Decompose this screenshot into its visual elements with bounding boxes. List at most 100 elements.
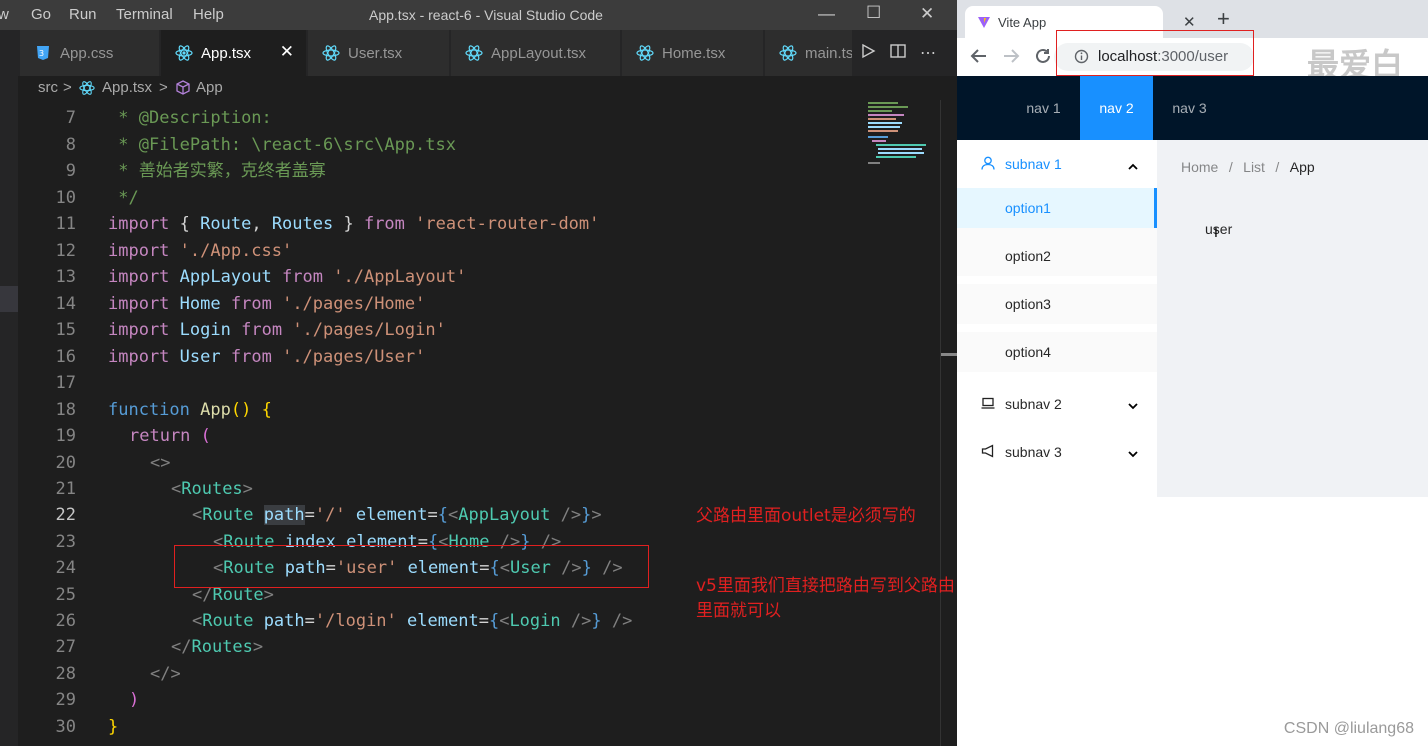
chevron-down-icon — [1127, 398, 1139, 414]
menu-item[interactable]: w — [0, 6, 9, 23]
app-layout: nav 1 nav 2 nav 3 subnav 1 option1 optio… — [957, 76, 1428, 746]
minimap[interactable] — [866, 100, 938, 170]
tab-label: main.ts — [805, 44, 854, 62]
tab-home-tsx[interactable]: Home.tsx — [622, 30, 764, 76]
page-content-text: user — [1205, 221, 1233, 237]
vite-icon — [977, 15, 991, 32]
tab-applayout-tsx[interactable]: AppLayout.tsx — [451, 30, 621, 76]
laptop-icon — [981, 396, 995, 413]
react-icon — [465, 44, 483, 62]
cube-icon — [175, 80, 191, 100]
breadcrumb-list[interactable]: List — [1243, 159, 1265, 175]
code-line: 13 import AppLayout from './AppLayout' — [55, 267, 467, 287]
menu-run[interactable]: Run — [69, 6, 97, 23]
breadcrumb: src > App.tsx > App — [0, 76, 957, 100]
close-icon[interactable]: ✕ — [280, 42, 294, 62]
tab-main-ts[interactable]: main.ts — [765, 30, 855, 76]
menu-option-1[interactable]: option1 — [957, 188, 1157, 228]
code-line: 15 import Login from './pages/Login' — [55, 320, 446, 340]
maximize-icon[interactable]: ☐ — [866, 3, 881, 23]
breadcrumb-sep: > — [63, 79, 72, 96]
url-highlight-box — [1056, 30, 1254, 76]
react-icon — [636, 44, 654, 62]
notification-icon — [981, 443, 995, 461]
breadcrumb: Home / List / App — [1181, 159, 1315, 177]
title-bar: w Go Run Terminal Help App.tsx - react-6… — [0, 0, 957, 30]
react-icon — [779, 44, 797, 62]
chevron-down-icon — [1127, 446, 1139, 462]
code-line: 10 */ — [55, 188, 139, 208]
annotation-v5: v5里面我们直接把路由写到父路由里面就可以 — [696, 576, 955, 621]
vscode-window: w Go Run Terminal Help App.tsx - react-6… — [0, 0, 957, 746]
code-line: 19 return ( — [55, 426, 211, 446]
breadcrumb-app: App — [1289, 159, 1315, 175]
breadcrumb-symbol[interactable]: App — [196, 79, 223, 96]
editor-scrollbar[interactable] — [940, 100, 957, 746]
window-title: App.tsx - react-6 - Visual Studio Code — [369, 7, 603, 23]
forward-icon[interactable] — [1001, 46, 1021, 71]
close-icon[interactable]: ✕ — [920, 4, 934, 24]
code-line: 14 import Home from './pages/Home' — [55, 294, 426, 314]
tab-app-tsx[interactable]: App.tsx ✕ — [161, 30, 307, 76]
code-line: 30} — [55, 717, 119, 737]
menu-help[interactable]: Help — [193, 6, 224, 23]
scroll-thumb[interactable] — [941, 353, 957, 356]
split-editor-icon[interactable] — [890, 43, 906, 64]
run-icon[interactable] — [860, 43, 876, 64]
tab-label: App.css — [60, 44, 114, 62]
tab-user-tsx[interactable]: User.tsx — [308, 30, 450, 76]
menu-option-3[interactable]: option3 — [957, 284, 1157, 324]
submenu-label: subnav 1 — [1005, 156, 1062, 172]
highlight-box — [174, 545, 649, 588]
user-icon — [981, 156, 995, 173]
code-line: 29) — [55, 690, 140, 710]
editor-tabs: 3 App.css App.tsx ✕ User.tsx AppLayout.tsx… — [0, 30, 957, 76]
submenu-3[interactable]: subnav 3 — [957, 428, 1157, 476]
menu-terminal[interactable]: Terminal — [116, 6, 173, 23]
chevron-up-icon — [1127, 158, 1139, 174]
menu-go[interactable]: Go — [31, 6, 51, 23]
code-line: 28 </> — [55, 664, 181, 684]
minimize-icon[interactable]: — — [818, 4, 835, 24]
menu-option-2[interactable]: option2 — [957, 236, 1157, 276]
code-line: 12 import './App.css' — [55, 241, 293, 261]
submenu-2[interactable]: subnav 2 — [957, 380, 1157, 428]
code-line: 7 * @Description: — [65, 108, 272, 128]
tab-app-css[interactable]: 3 App.css — [20, 30, 160, 76]
breadcrumb-src[interactable]: src — [38, 79, 58, 96]
submenu-1[interactable]: subnav 1 — [957, 140, 1157, 188]
svg-text:3: 3 — [39, 49, 44, 58]
close-icon[interactable]: ✕ — [1183, 13, 1196, 31]
code-line: 17 — [55, 373, 76, 393]
css-icon: 3 — [34, 44, 52, 62]
code-line: 20 <> — [55, 453, 171, 473]
code-line: 16 import User from './pages/User' — [55, 347, 426, 367]
submenu-label: subnav 2 — [1005, 396, 1062, 412]
nav-item-2[interactable]: nav 2 — [1080, 76, 1153, 140]
annotation-outlet: 父路由里面outlet是必须写的 — [696, 506, 916, 526]
react-icon — [175, 44, 193, 62]
back-icon[interactable] — [969, 46, 989, 71]
breadcrumb-home[interactable]: Home — [1181, 159, 1218, 175]
text-cursor-icon: I — [1214, 224, 1218, 240]
nav-item-3[interactable]: nav 3 — [1153, 76, 1226, 140]
top-nav: nav 1 nav 2 nav 3 — [957, 76, 1428, 140]
tab-label: AppLayout.tsx — [491, 44, 587, 62]
new-tab-button[interactable]: + — [1217, 6, 1230, 32]
breadcrumb-file[interactable]: App.tsx — [102, 79, 152, 96]
content-area: Home / List / App user I — [1157, 140, 1428, 497]
menu-option-4[interactable]: option4 — [957, 332, 1157, 372]
watermark: CSDN @liulang68 — [1283, 720, 1414, 737]
tab-label: Home.tsx — [662, 44, 726, 62]
code-line: 11 import { Route, Routes } from 'react-r… — [55, 214, 600, 234]
nav-item-1[interactable]: nav 1 — [1007, 76, 1080, 140]
code-line: 8 * @FilePath: \react-6\src\App.tsx — [65, 135, 456, 155]
breadcrumb-sep: / — [1275, 159, 1280, 175]
reload-icon[interactable] — [1033, 46, 1053, 71]
code-line: 21 <Routes> — [55, 479, 253, 499]
breadcrumb-sep: > — [159, 79, 168, 96]
submenu-label: subnav 3 — [1005, 444, 1062, 460]
more-icon[interactable]: ⋯ — [920, 43, 936, 63]
breadcrumb-sep: / — [1228, 159, 1233, 175]
tab-label: User.tsx — [348, 44, 403, 62]
